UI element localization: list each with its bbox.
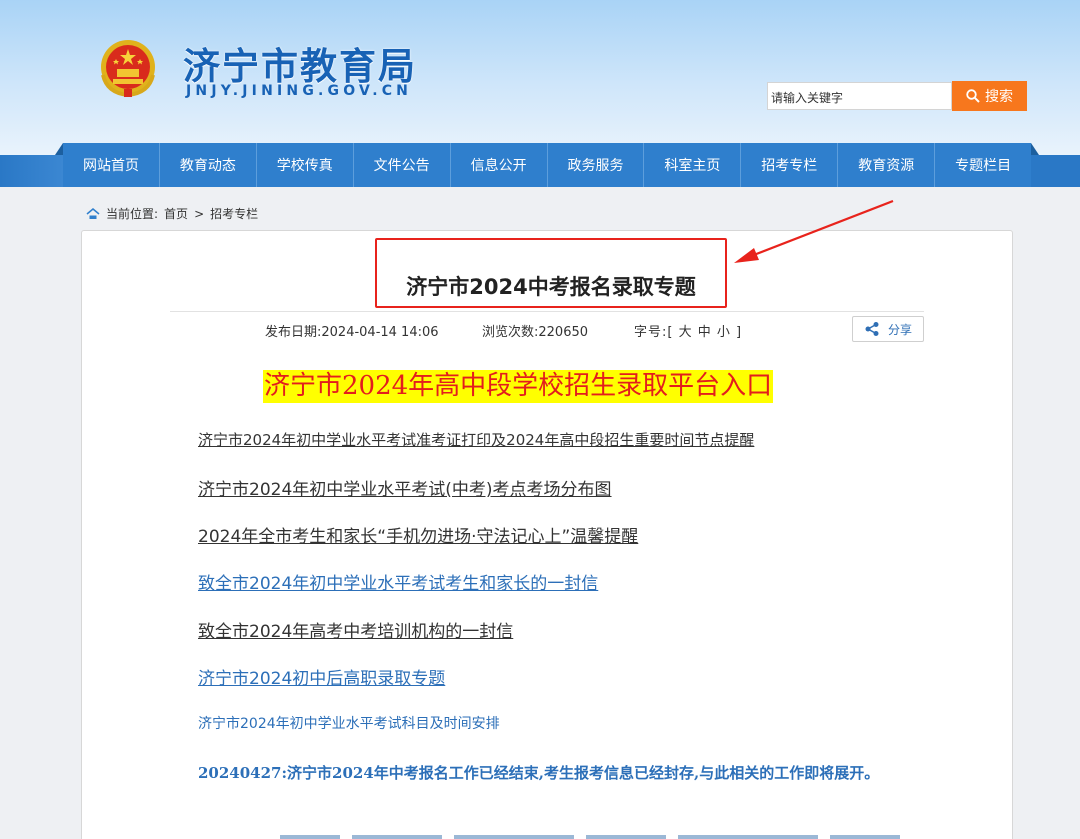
breadcrumb: 当前位置: 首页 > 招考专栏 [86,205,258,222]
breadcrumb-prefix: 当前位置: [106,207,159,221]
site-title: 济宁市教育局 [183,45,417,88]
share-button[interactable]: 分享 [852,316,924,342]
nav-item-education-news[interactable]: 教育动态 [160,143,257,187]
title-highlight-box [375,238,727,308]
nav-item-info-disclosure[interactable]: 信息公开 [451,143,548,187]
search-input[interactable]: 请输入关键字 [767,82,952,110]
breadcrumb-separator: > [194,206,205,221]
breadcrumb-current[interactable]: 招考专栏 [210,205,258,222]
article-link[interactable]: 济宁市2024年初中学业水平考试科目及时间安排 [198,713,500,733]
share-label: 分享 [887,322,912,337]
article-link[interactable]: 济宁市2024年初中学业水平考试准考证打印及2024年高中段招生重要时间节点提醒 [198,429,754,450]
publish-date: 发布日期:2024-04-14 14:06 [265,325,439,340]
view-count: 浏览次数:220650 [482,325,589,340]
notice-paragraph: 20240427:济宁市2024年中考报名工作已经结束,考生报考信息已经封存,与… [198,764,880,782]
nav-item-resources[interactable]: 教育资源 [838,143,936,187]
national-emblem-icon [101,40,155,98]
search-button[interactable]: 搜索 [952,81,1027,111]
nav-item-school-news[interactable]: 学校传真 [257,143,354,187]
home-icon [86,207,100,219]
share-icon [865,322,879,336]
article-link[interactable]: 致全市2024年高考中考培训机构的一封信 [198,617,513,642]
nav-item-special-topics[interactable]: 专题栏目 [935,143,1031,187]
nav-item-gov-services[interactable]: 政务服务 [548,143,645,187]
nav-item-admissions[interactable]: 招考专栏 [741,143,839,187]
admission-platform-link[interactable]: 济宁市2024年高中段学校招生录取平台入口 [263,370,774,403]
font-size-switcher[interactable]: 字号:[ 大 中 小 ] [634,321,742,340]
article-link[interactable]: 2024年全市考生和家长“手机勿进场·守法记心上”温馨提醒 [198,522,638,547]
nav-fold-right [1031,143,1039,155]
annotation-arrow-icon [734,199,894,263]
nav-item-announcements[interactable]: 文件公告 [354,143,451,187]
main-nav-bar: 网站首页 教育动态 学校传真 文件公告 信息公开 政务服务 科室主页 招考专栏 … [0,143,1080,187]
article-link[interactable]: 济宁市2024初中后高职录取专题 [198,664,445,689]
site-header: 济宁市教育局 JNJY.JINING.GOV.CN 请输入关键字 搜索 [0,0,1080,155]
search-icon [966,89,980,103]
article-link[interactable]: 致全市2024年初中学业水平考试考生和家长的一封信 [198,569,598,594]
breadcrumb-home-link[interactable]: 首页 [164,205,188,222]
title-divider [170,311,924,312]
nav-item-departments[interactable]: 科室主页 [644,143,742,187]
main-nav: 网站首页 教育动态 学校传真 文件公告 信息公开 政务服务 科室主页 招考专栏 … [63,143,1031,187]
site-domain: JNJY.JINING.GOV.CN [186,83,413,99]
nav-item-home[interactable]: 网站首页 [63,143,160,187]
nav-fold-left [55,143,63,155]
search-button-label: 搜索 [985,89,1013,105]
article-link[interactable]: 济宁市2024年初中学业水平考试(中考)考点考场分布图 [198,475,612,500]
clipped-text-line [170,826,930,839]
